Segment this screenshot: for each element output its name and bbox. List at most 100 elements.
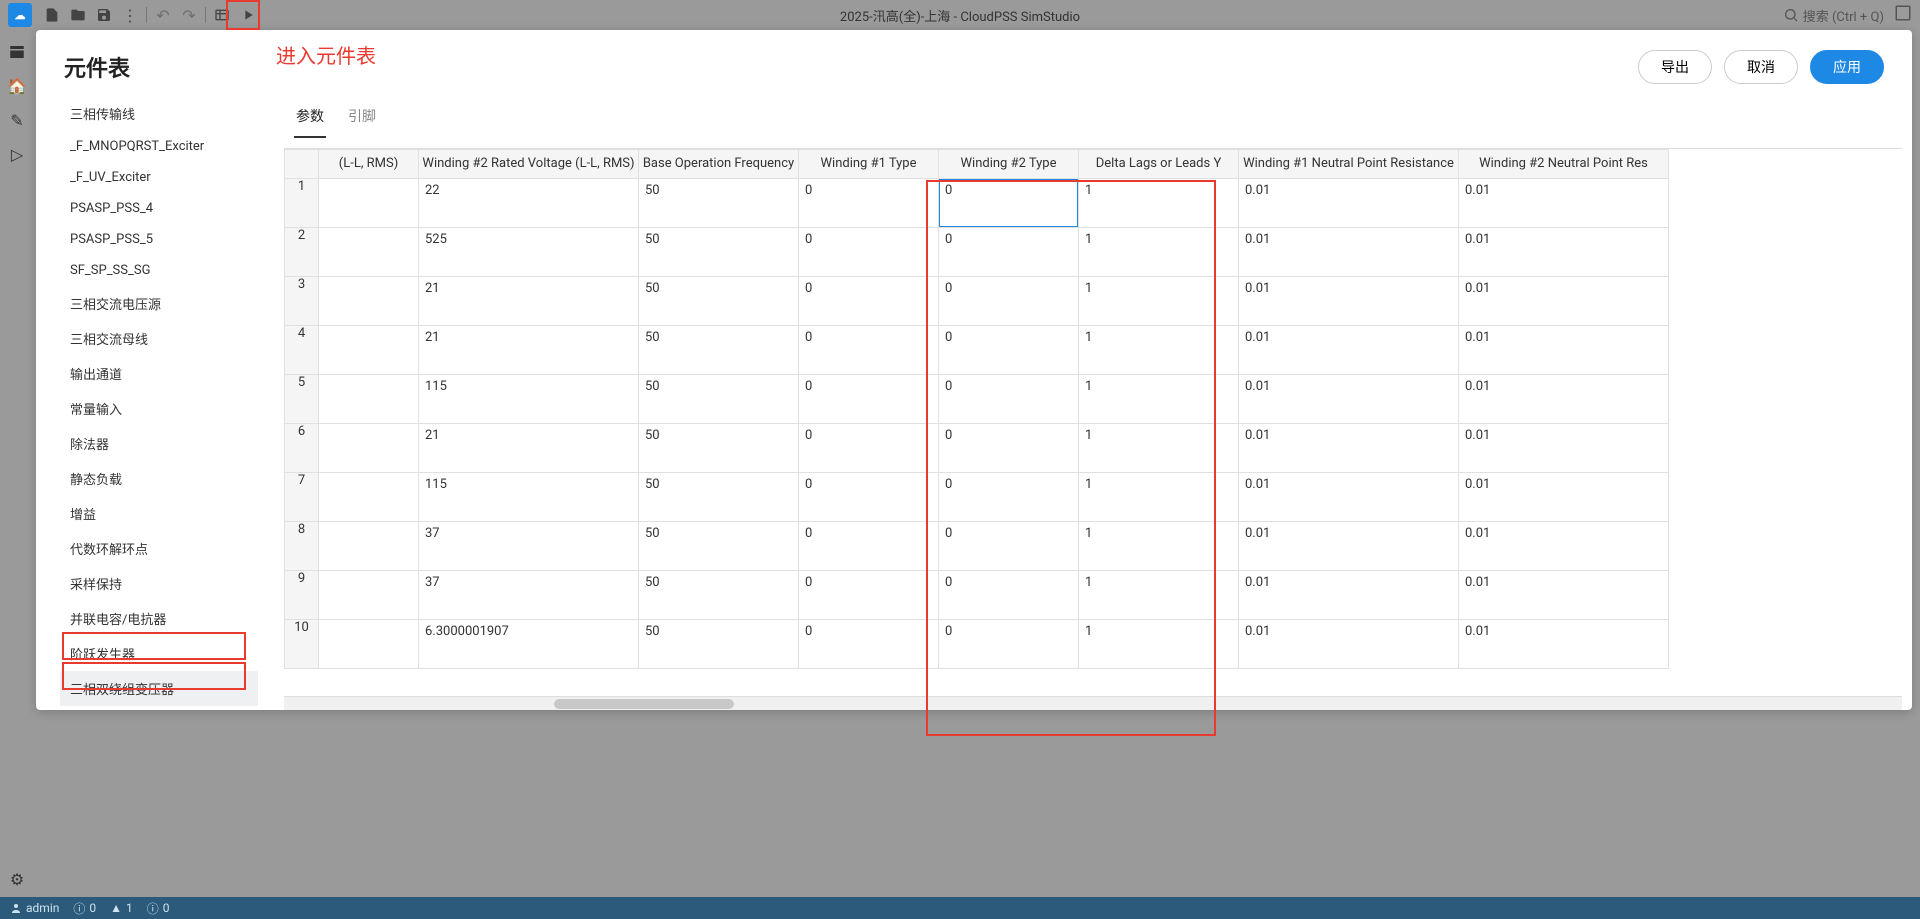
- cell[interactable]: 0.01: [1239, 179, 1459, 228]
- cell[interactable]: 0: [939, 228, 1079, 277]
- cell[interactable]: 0: [799, 179, 939, 228]
- cell[interactable]: 0: [939, 375, 1079, 424]
- sidebar-item[interactable]: 采样保持: [60, 566, 258, 601]
- cell[interactable]: 22: [419, 179, 639, 228]
- cell[interactable]: 0: [939, 179, 1079, 228]
- cell[interactable]: [319, 620, 419, 669]
- rail-tool-icon[interactable]: ✎: [7, 110, 27, 130]
- cell[interactable]: 50: [639, 228, 799, 277]
- column-header[interactable]: Delta Lags or Leads Y: [1079, 150, 1239, 179]
- cell[interactable]: 50: [639, 179, 799, 228]
- column-header[interactable]: (L-L, RMS): [319, 150, 419, 179]
- sidebar-item[interactable]: 输出通道: [60, 356, 258, 391]
- cell[interactable]: 1: [1079, 424, 1239, 473]
- cell[interactable]: 1: [1079, 326, 1239, 375]
- cell[interactable]: 37: [419, 522, 639, 571]
- cell[interactable]: 0: [799, 473, 939, 522]
- open-folder-icon[interactable]: [66, 3, 90, 27]
- tab[interactable]: 引脚: [346, 100, 378, 138]
- cell[interactable]: 0.01: [1459, 326, 1669, 375]
- cell[interactable]: 0: [939, 277, 1079, 326]
- more-icon[interactable]: ⋮: [118, 3, 142, 27]
- cell[interactable]: 50: [639, 571, 799, 620]
- sidebar-item[interactable]: _F_MNOPQRST_Exciter: [60, 131, 258, 162]
- table-row[interactable]: 837500010.010.01: [285, 522, 1669, 571]
- rail-play-icon[interactable]: ▷: [7, 144, 27, 164]
- cell[interactable]: 1: [1079, 179, 1239, 228]
- redo-icon[interactable]: ↷: [177, 3, 201, 27]
- cell[interactable]: 1: [1079, 522, 1239, 571]
- cell[interactable]: 37: [419, 571, 639, 620]
- row-number[interactable]: 2: [285, 228, 319, 277]
- cell[interactable]: 115: [419, 473, 639, 522]
- cell[interactable]: 115: [419, 375, 639, 424]
- app-logo[interactable]: ☁: [8, 3, 32, 27]
- column-header[interactable]: Base Operation Frequency: [639, 150, 799, 179]
- horizontal-scrollbar[interactable]: [284, 696, 1902, 710]
- cell[interactable]: 0.01: [1459, 228, 1669, 277]
- cell[interactable]: [319, 277, 419, 326]
- sidebar-item[interactable]: 三相三绕组变压器: [60, 706, 258, 710]
- sidebar-item[interactable]: 三相传输线: [60, 96, 258, 131]
- cell[interactable]: 525: [419, 228, 639, 277]
- cell[interactable]: 0.01: [1239, 571, 1459, 620]
- cell[interactable]: 6.3000001907: [419, 620, 639, 669]
- cell[interactable]: 1: [1079, 375, 1239, 424]
- sidebar-item[interactable]: 并联电容/电抗器: [60, 601, 258, 636]
- component-sidebar[interactable]: 三相传输线_F_MNOPQRST_Exciter_F_UV_ExciterPSA…: [36, 96, 266, 710]
- rail-settings-icon[interactable]: ⚙: [7, 869, 27, 889]
- sidebar-item[interactable]: PSASP_PSS_4: [60, 193, 258, 224]
- cell[interactable]: 0: [939, 326, 1079, 375]
- sidebar-item[interactable]: 阶跃发生器: [60, 636, 258, 671]
- table-row[interactable]: 106.3000001907500010.010.01: [285, 620, 1669, 669]
- cell[interactable]: 0.01: [1239, 522, 1459, 571]
- row-number[interactable]: 6: [285, 424, 319, 473]
- cell[interactable]: 1: [1079, 571, 1239, 620]
- table-row[interactable]: 2525500010.010.01: [285, 228, 1669, 277]
- row-number[interactable]: 9: [285, 571, 319, 620]
- cell[interactable]: 1: [1079, 277, 1239, 326]
- cell[interactable]: [319, 326, 419, 375]
- cell[interactable]: 1: [1079, 473, 1239, 522]
- cell[interactable]: 50: [639, 277, 799, 326]
- parameter-table[interactable]: (L-L, RMS)Winding #2 Rated Voltage (L-L,…: [284, 149, 1669, 669]
- cell[interactable]: 21: [419, 326, 639, 375]
- cell[interactable]: 0: [939, 522, 1079, 571]
- cell[interactable]: 0: [939, 473, 1079, 522]
- cell[interactable]: 0.01: [1239, 375, 1459, 424]
- cell[interactable]: 0: [799, 571, 939, 620]
- cell[interactable]: [319, 375, 419, 424]
- undo-icon[interactable]: ↶: [151, 3, 175, 27]
- row-number[interactable]: 1: [285, 179, 319, 228]
- cell[interactable]: 50: [639, 424, 799, 473]
- column-header[interactable]: Winding #2 Rated Voltage (L-L, RMS): [419, 150, 639, 179]
- cell[interactable]: [319, 522, 419, 571]
- cell[interactable]: 0.01: [1239, 228, 1459, 277]
- cell[interactable]: 50: [639, 375, 799, 424]
- cancel-button[interactable]: 取消: [1724, 50, 1798, 84]
- new-file-icon[interactable]: [40, 3, 64, 27]
- sidebar-item[interactable]: 增益: [60, 496, 258, 531]
- cell[interactable]: 1: [1079, 228, 1239, 277]
- export-button[interactable]: 导出: [1638, 50, 1712, 84]
- column-header[interactable]: Winding #1 Type: [799, 150, 939, 179]
- cell[interactable]: 0.01: [1459, 179, 1669, 228]
- cell[interactable]: 50: [639, 473, 799, 522]
- save-icon[interactable]: [92, 3, 116, 27]
- cell[interactable]: 0: [799, 228, 939, 277]
- cell[interactable]: 0.01: [1459, 375, 1669, 424]
- row-number[interactable]: 8: [285, 522, 319, 571]
- component-table-icon[interactable]: [210, 3, 234, 27]
- cell[interactable]: 0.01: [1459, 277, 1669, 326]
- parameter-grid[interactable]: (L-L, RMS)Winding #2 Rated Voltage (L-L,…: [284, 148, 1902, 696]
- play-icon[interactable]: [236, 3, 260, 27]
- cell[interactable]: [319, 179, 419, 228]
- table-row[interactable]: 937500010.010.01: [285, 571, 1669, 620]
- cell[interactable]: 21: [419, 277, 639, 326]
- table-row[interactable]: 5115500010.010.01: [285, 375, 1669, 424]
- cell[interactable]: 0: [799, 277, 939, 326]
- cell[interactable]: 0.01: [1239, 326, 1459, 375]
- cell[interactable]: [319, 424, 419, 473]
- column-header[interactable]: Winding #1 Neutral Point Resistance: [1239, 150, 1459, 179]
- column-header[interactable]: Winding #2 Type: [939, 150, 1079, 179]
